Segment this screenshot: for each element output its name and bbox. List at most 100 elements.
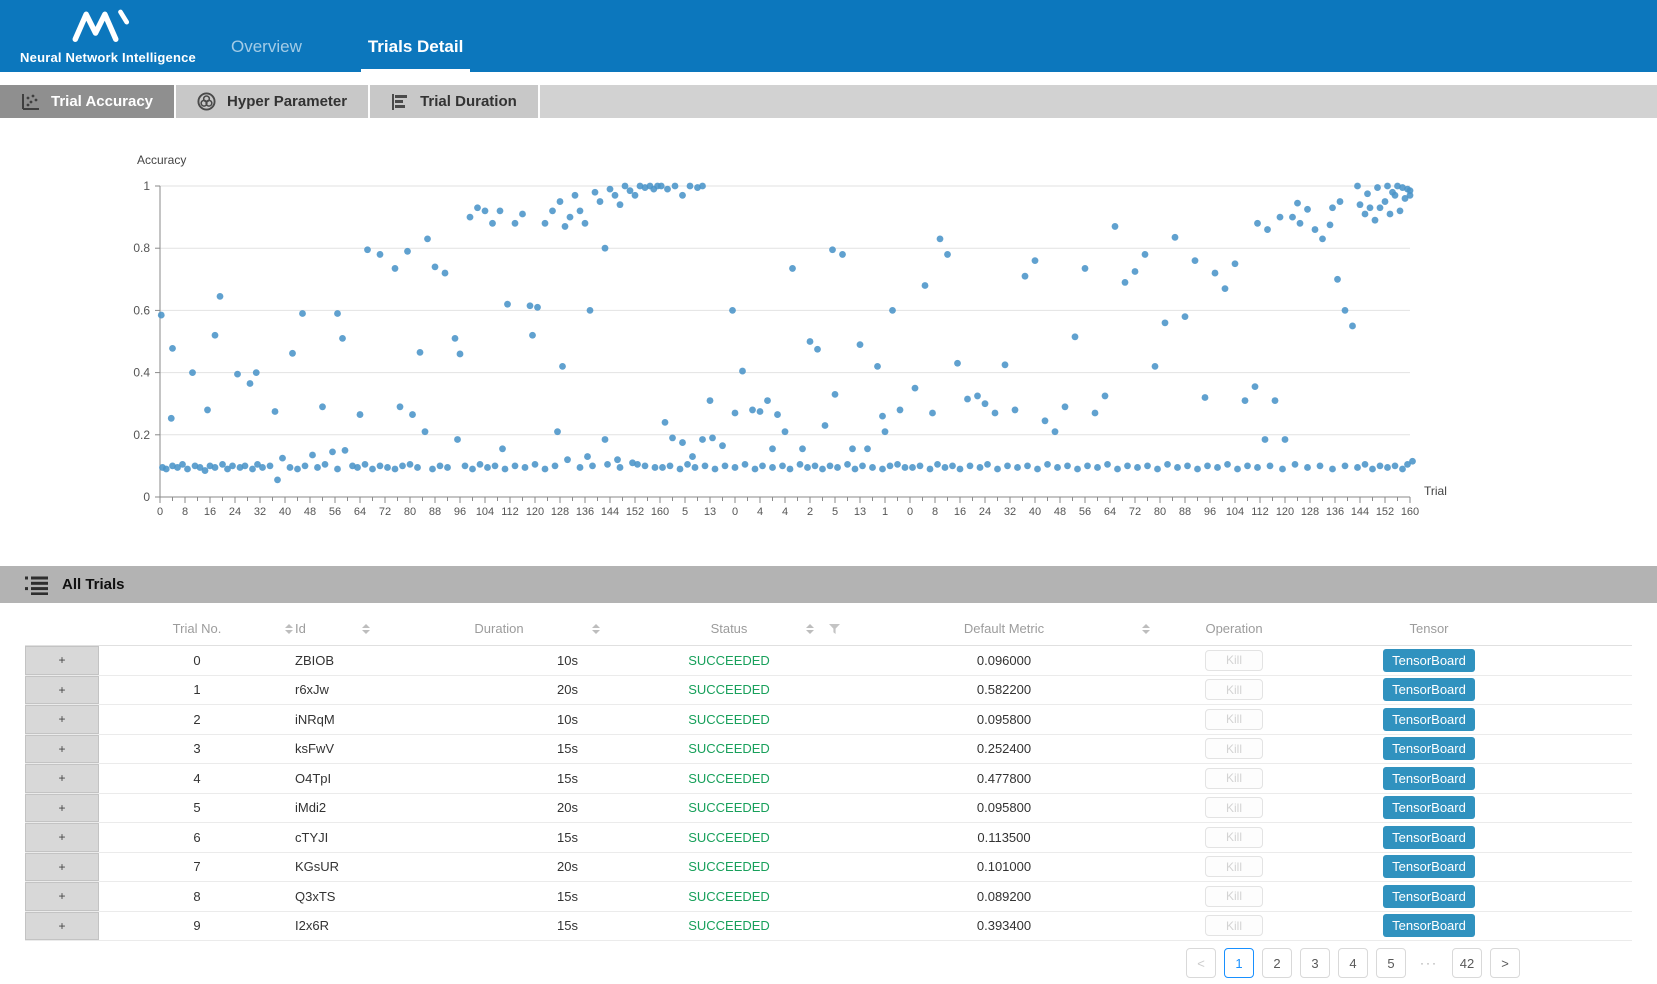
kill-button[interactable]: Kill <box>1205 915 1263 936</box>
kill-button[interactable]: Kill <box>1205 886 1263 907</box>
scatter-point[interactable] <box>519 211 526 218</box>
scatter-point[interactable] <box>572 192 579 199</box>
scatter-point[interactable] <box>532 461 539 468</box>
sort-trial-no[interactable] <box>285 624 293 634</box>
scatter-point[interactable] <box>1319 235 1326 242</box>
tensorboard-button[interactable]: TensorBoard <box>1383 649 1475 672</box>
scatter-point[interactable] <box>474 204 481 211</box>
scatter-point[interactable] <box>739 368 746 375</box>
scatter-point[interactable] <box>864 445 871 452</box>
scatter-point[interactable] <box>812 463 819 470</box>
scatter-point[interactable] <box>369 466 376 473</box>
scatter-point[interactable] <box>444 464 451 471</box>
scatter-point[interactable] <box>1232 260 1239 267</box>
scatter-point[interactable] <box>779 463 786 470</box>
scatter-point[interactable] <box>404 248 411 255</box>
scatter-point[interactable] <box>334 466 341 473</box>
prev-page-button[interactable]: < <box>1186 948 1216 978</box>
scatter-point[interactable] <box>658 183 665 190</box>
expand-row-button[interactable]: + <box>25 705 99 734</box>
scatter-point[interactable] <box>849 445 856 452</box>
scatter-point[interactable] <box>687 183 694 190</box>
scatter-point[interactable] <box>454 436 461 443</box>
scatter-point[interactable] <box>874 363 881 370</box>
scatter-point[interactable] <box>1262 436 1269 443</box>
scatter-point[interactable] <box>469 466 476 473</box>
page-button-3[interactable]: 3 <box>1300 948 1330 978</box>
scatter-point[interactable] <box>1362 211 1369 218</box>
scatter-point[interactable] <box>712 466 719 473</box>
scatter-point[interactable] <box>937 235 944 242</box>
scatter-point[interactable] <box>1102 393 1109 400</box>
scatter-point[interactable] <box>844 461 851 468</box>
scatter-point[interactable] <box>949 463 956 470</box>
scatter-point[interactable] <box>669 435 676 442</box>
scatter-point[interactable] <box>642 463 649 470</box>
scatter-point[interactable] <box>759 463 766 470</box>
scatter-point[interactable] <box>567 214 574 221</box>
scatter-point[interactable] <box>512 220 519 227</box>
scatter-point[interactable] <box>557 198 564 205</box>
scatter-point[interactable] <box>184 466 191 473</box>
scatter-point[interactable] <box>234 371 241 378</box>
scatter-point[interactable] <box>584 453 591 460</box>
scatter-point[interactable] <box>719 442 726 449</box>
scatter-point[interactable] <box>617 464 624 471</box>
scatter-point[interactable] <box>1374 184 1381 191</box>
page-ellipsis[interactable]: ··· <box>1414 948 1444 978</box>
scatter-point[interactable] <box>422 428 429 435</box>
scatter-point[interactable] <box>732 410 739 417</box>
scatter-point[interactable] <box>889 307 896 314</box>
scatter-point[interactable] <box>1212 270 1219 277</box>
scatter-point[interactable] <box>1064 463 1071 470</box>
scatter-point[interactable] <box>1032 257 1039 264</box>
scatter-point[interactable] <box>564 456 571 463</box>
scatter-point[interactable] <box>922 282 929 289</box>
scatter-point[interactable] <box>1172 234 1179 241</box>
scatter-point[interactable] <box>1094 464 1101 471</box>
scatter-point[interactable] <box>1369 466 1376 473</box>
scatter-point[interactable] <box>1082 265 1089 272</box>
scatter-point[interactable] <box>834 464 841 471</box>
page-button-4[interactable]: 4 <box>1338 948 1368 978</box>
scatter-point[interactable] <box>1397 207 1404 214</box>
scatter-point[interactable] <box>384 464 391 471</box>
scatter-point[interactable] <box>689 453 696 460</box>
scatter-point[interactable] <box>429 466 436 473</box>
scatter-point[interactable] <box>757 408 764 415</box>
scatter-point[interactable] <box>1252 383 1259 390</box>
scatter-point[interactable] <box>662 419 669 426</box>
scatter-point[interactable] <box>204 407 211 414</box>
scatter-point[interactable] <box>982 400 989 407</box>
scatter-point[interactable] <box>814 346 821 353</box>
scatter-point[interactable] <box>832 391 839 398</box>
scatter-point[interactable] <box>879 413 886 420</box>
scatter-point[interactable] <box>632 192 639 199</box>
scatter-point[interactable] <box>562 223 569 230</box>
scatter-point[interactable] <box>1012 407 1019 414</box>
scatter-point[interactable] <box>819 466 826 473</box>
scatter-point[interactable] <box>1384 183 1391 190</box>
scatter-point[interactable] <box>1329 466 1336 473</box>
scatter-point[interactable] <box>1294 200 1301 207</box>
nav-overview[interactable]: Overview <box>224 37 309 72</box>
expand-row-button[interactable]: + <box>25 853 99 882</box>
scatter-point[interactable] <box>1399 466 1406 473</box>
scatter-point[interactable] <box>377 251 384 258</box>
scatter-point[interactable] <box>1384 464 1391 471</box>
sort-duration[interactable] <box>592 624 600 634</box>
scatter-point[interactable] <box>897 407 904 414</box>
scatter-point[interactable] <box>994 466 1001 473</box>
scatter-point[interactable] <box>1377 204 1384 211</box>
scatter-point[interactable] <box>1114 466 1121 473</box>
scatter-point[interactable] <box>1052 428 1059 435</box>
scatter-point[interactable] <box>1164 461 1171 468</box>
scatter-point[interactable] <box>742 461 749 468</box>
scatter-point[interactable] <box>1042 417 1049 424</box>
scatter-point[interactable] <box>957 466 964 473</box>
scatter-point[interactable] <box>477 461 484 468</box>
scatter-point[interactable] <box>1074 466 1081 473</box>
scatter-point[interactable] <box>489 220 496 227</box>
scatter-point[interactable] <box>1112 223 1119 230</box>
scatter-point[interactable] <box>1104 461 1111 468</box>
